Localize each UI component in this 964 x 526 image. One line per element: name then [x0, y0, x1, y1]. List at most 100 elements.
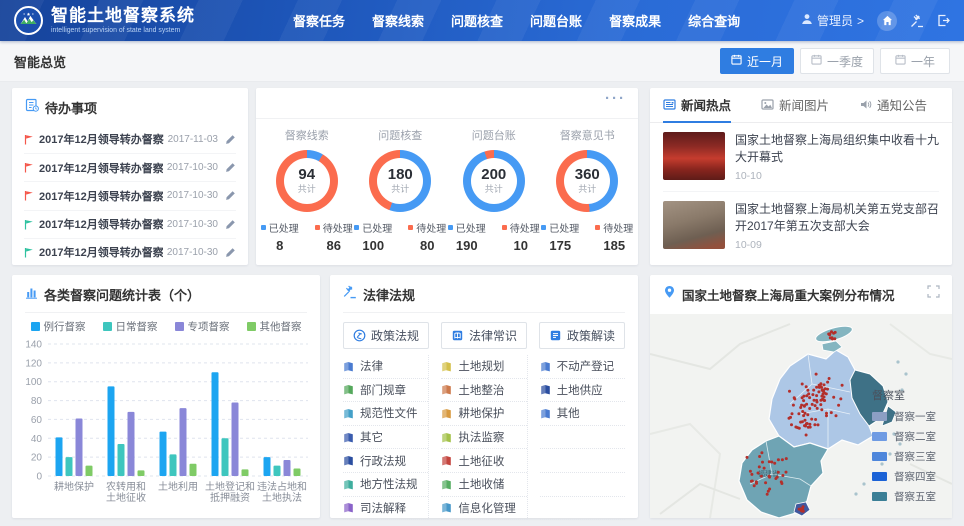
- bar-例行督察-1[interactable]: [108, 386, 115, 476]
- law-link[interactable]: 土地规划: [441, 355, 526, 379]
- newspaper-icon: [663, 98, 676, 111]
- law-link[interactable]: 其它: [343, 426, 428, 450]
- bar-其他督察-1[interactable]: [138, 470, 145, 476]
- more-options-icon[interactable]: ···: [605, 90, 626, 107]
- user-name-label: 管理员: [817, 12, 853, 29]
- tool-icon[interactable]: [910, 14, 924, 28]
- time-filter-1[interactable]: 一季度: [800, 48, 874, 74]
- time-filter-0[interactable]: 近一月: [720, 48, 794, 74]
- bar-例行督察-2[interactable]: [160, 432, 167, 476]
- bar-其他督察-3[interactable]: [242, 469, 249, 476]
- edit-icon[interactable]: [225, 134, 236, 145]
- todo-row[interactable]: 2017年12月领导转办督察线索2017-11-03: [24, 125, 236, 153]
- case-dot: [819, 403, 822, 406]
- nav-item-1[interactable]: 督察线索: [372, 11, 424, 30]
- edit-icon[interactable]: [225, 162, 236, 173]
- news-item[interactable]: 国家土地督察上海局机关第五党支部召开2017年第五次支部大会10-09: [663, 192, 939, 260]
- news-tab-0[interactable]: 新闻热点: [663, 88, 731, 123]
- law-link-label: 司法解释: [360, 500, 406, 516]
- bar-专项督察-2[interactable]: [180, 408, 187, 476]
- law-link[interactable]: 其他: [540, 402, 625, 426]
- news-tab-2[interactable]: 通知公告: [859, 88, 927, 123]
- chart-legend-item[interactable]: 日常督察: [103, 319, 158, 334]
- todo-row[interactable]: 2017年12月领导转办督察线索2017-10-30: [24, 153, 236, 181]
- law-link[interactable]: 不动产登记: [540, 355, 625, 379]
- law-link[interactable]: 地方性法规: [343, 473, 428, 497]
- case-dot: [809, 426, 812, 429]
- book-icon: [343, 408, 354, 419]
- book-icon: [441, 384, 452, 395]
- chart-legend-item[interactable]: 例行督察: [31, 319, 86, 334]
- law-link[interactable]: 土地供应: [540, 379, 625, 403]
- bar-日常督察-0[interactable]: [66, 457, 73, 476]
- time-filter-2[interactable]: 一年: [880, 48, 950, 74]
- edit-icon[interactable]: [225, 219, 236, 230]
- edit-icon[interactable]: [225, 247, 236, 258]
- svg-text:140: 140: [25, 340, 42, 351]
- law-link[interactable]: 信息化管理: [441, 497, 526, 521]
- home-icon[interactable]: [877, 11, 897, 31]
- law-link[interactable]: 行政法规: [343, 449, 428, 473]
- bar-例行督察-0[interactable]: [56, 437, 63, 476]
- law-link[interactable]: 司法解释: [343, 497, 428, 521]
- chart-panel-title: 各类督察问题统计表（个）: [44, 285, 200, 304]
- bar-专项督察-0[interactable]: [76, 418, 83, 476]
- bar-日常督察-3[interactable]: [222, 438, 229, 476]
- edit-icon[interactable]: [225, 190, 236, 201]
- law-link[interactable]: 耕地保护: [441, 402, 526, 426]
- news-tab-label: 新闻热点: [681, 95, 731, 114]
- news-tab-1[interactable]: 新闻图片: [761, 88, 829, 123]
- case-dot: [804, 425, 807, 428]
- bar-日常督察-4[interactable]: [274, 466, 281, 476]
- map-legend-label: 督察一室: [894, 409, 936, 424]
- chart-legend-item[interactable]: 其他督察: [247, 319, 302, 334]
- donut-legend-label: 待处理: [315, 220, 353, 235]
- nav-item-5[interactable]: 综合查询: [688, 11, 740, 30]
- donut-ring: 360共计: [556, 150, 618, 212]
- bar-专项督察-1[interactable]: [128, 412, 135, 476]
- law-link[interactable]: 规范性文件: [343, 402, 428, 426]
- nav-item-3[interactable]: 问题台账: [530, 11, 582, 30]
- law-link[interactable]: 土地征收: [441, 449, 526, 473]
- todo-row[interactable]: 2017年12月领导转办督察线索2017-10-30: [24, 181, 236, 209]
- nav-item-2[interactable]: 问题核查: [451, 11, 503, 30]
- case-dot: [835, 414, 838, 417]
- chart-legend-item[interactable]: 专项督察: [175, 319, 230, 334]
- law-button-2[interactable]: 政策解读: [539, 322, 625, 349]
- book-icon: [343, 384, 354, 395]
- news-item[interactable]: 国家土地督察上海局组织集中收看十九大开幕式10-10: [663, 123, 939, 192]
- bar-例行督察-3[interactable]: [212, 372, 219, 476]
- donut-title: 问题核查: [354, 127, 446, 143]
- bar-例行督察-4[interactable]: [264, 457, 271, 476]
- user-menu[interactable]: 管理员>: [801, 12, 864, 29]
- case-dot: [816, 407, 819, 410]
- legend-dot-icon: [408, 225, 413, 230]
- law-button-1[interactable]: 法律常识: [441, 322, 527, 349]
- case-dot: [797, 412, 800, 415]
- bar-专项督察-3[interactable]: [232, 402, 239, 476]
- bar-专项督察-4[interactable]: [284, 460, 291, 476]
- map-legend-swatch: [872, 472, 887, 481]
- bar-其他督察-2[interactable]: [190, 464, 197, 476]
- news-body: 国家土地督察上海局机关第五党支部召开2017年第五次支部大会10-09: [735, 201, 939, 251]
- case-dot: [826, 381, 829, 384]
- map-area[interactable]: 福建省 督察室 督察一室督察二室督察三室督察四室督察五室: [650, 314, 952, 518]
- nav-item-4[interactable]: 督察成果: [609, 11, 661, 30]
- calendar-icon: [811, 54, 822, 68]
- logout-icon[interactable]: [937, 14, 950, 27]
- todo-row[interactable]: 2017年12月领导转办督察线索2017-10-30: [24, 238, 236, 266]
- bar-日常督察-2[interactable]: [170, 454, 177, 476]
- law-link[interactable]: 部门规章: [343, 379, 428, 403]
- law-link[interactable]: 土地收储: [441, 473, 526, 497]
- nav-item-0[interactable]: 督察任务: [293, 11, 345, 30]
- donut-total: 180: [388, 167, 413, 183]
- bar-其他督察-0[interactable]: [86, 466, 93, 476]
- bar-其他督察-4[interactable]: [294, 468, 301, 476]
- law-link[interactable]: 法律: [343, 355, 428, 379]
- todo-row[interactable]: 2017年12月领导转办督察线索2017-10-30: [24, 210, 236, 238]
- law-link[interactable]: 土地整治: [441, 379, 526, 403]
- fullscreen-icon[interactable]: [927, 285, 940, 298]
- bar-日常督察-1[interactable]: [118, 444, 125, 476]
- law-button-0[interactable]: 政策法规: [343, 322, 429, 349]
- law-link[interactable]: 执法监察: [441, 426, 526, 450]
